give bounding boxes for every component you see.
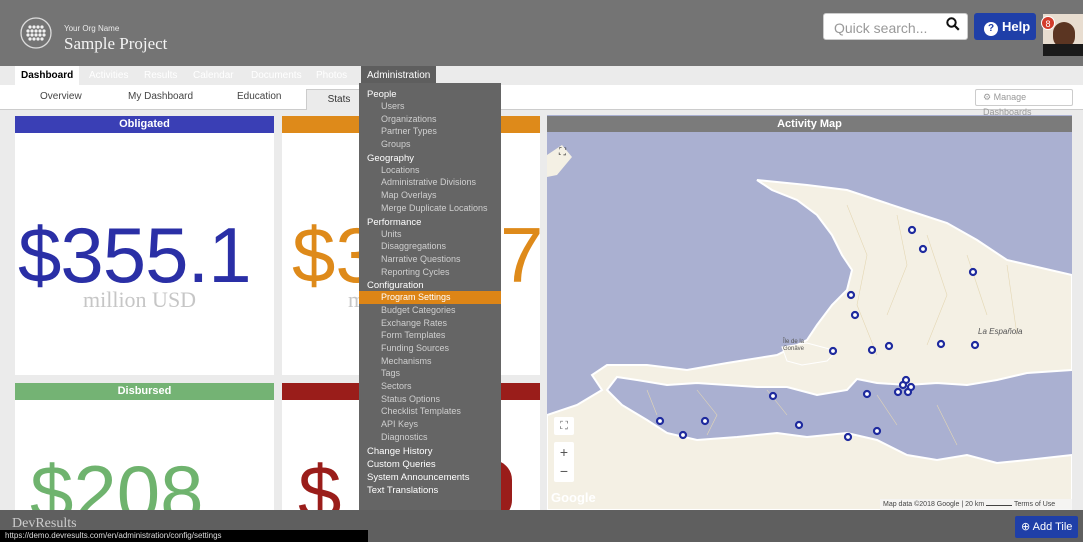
menu-item-budget-categories[interactable]: Budget Categories [359, 304, 501, 317]
subtab-education[interactable]: Education [237, 91, 281, 102]
menu-item-users[interactable]: Users [359, 100, 501, 113]
tab-results[interactable]: Results [138, 66, 183, 85]
menu-item-performance[interactable]: Performance [359, 215, 501, 228]
tile-title: Disbursed [15, 383, 274, 400]
menu-item-funding-sources[interactable]: Funding Sources [359, 342, 501, 355]
menu-item-locations[interactable]: Locations [359, 164, 501, 177]
tile4-value: $ [298, 449, 342, 510]
menu-item-merge-locations[interactable]: Merge Duplicate Locations [359, 202, 501, 215]
menu-item-system-announcements[interactable]: System Announcements [359, 470, 501, 483]
menu-item-tags[interactable]: Tags [359, 367, 501, 380]
administration-menu: People Users Organizations Partner Types… [359, 83, 501, 516]
tile2-value-tail: 7 [500, 211, 544, 299]
menu-item-exchange-rates[interactable]: Exchange Rates [359, 317, 501, 330]
gear-icon: ⚙ [983, 92, 992, 102]
menu-item-sectors[interactable]: Sectors [359, 380, 501, 393]
search-icon[interactable] [946, 17, 960, 31]
menu-item-mechanisms[interactable]: Mechanisms [359, 355, 501, 368]
tab-activities[interactable]: Activities [83, 66, 134, 85]
subtab-overview[interactable]: Overview [40, 91, 82, 102]
org-logo-icon[interactable] [20, 17, 52, 49]
project-name[interactable]: Sample Project [64, 34, 167, 54]
menu-item-geography[interactable]: Geography [359, 151, 501, 164]
tab-documents[interactable]: Documents [245, 66, 308, 85]
menu-item-diagnostics[interactable]: Diagnostics [359, 431, 501, 444]
map-scale: 20 km [965, 501, 985, 508]
menu-item-people[interactable]: People [359, 87, 501, 100]
google-logo: Google [551, 490, 596, 505]
terms-link[interactable]: Terms of Use [1014, 501, 1055, 508]
add-tile-button[interactable]: ⊕ Add Tile [1015, 516, 1078, 538]
tab-calendar[interactable]: Calendar [187, 66, 240, 85]
menu-item-api-keys[interactable]: API Keys [359, 418, 501, 431]
menu-item-admin-divisions[interactable]: Administrative Divisions [359, 176, 501, 189]
haiti-map-graphic [547, 145, 1072, 510]
menu-item-organizations[interactable]: Organizations [359, 113, 501, 126]
menu-item-groups[interactable]: Groups [359, 138, 501, 151]
menu-item-change-history[interactable]: Change History [359, 444, 501, 457]
help-label: Help [1002, 19, 1031, 34]
menu-item-narrative-questions[interactable]: Narrative Questions [359, 253, 501, 266]
manage-dashboards-button[interactable]: ⚙ Manage Dashboards [975, 89, 1073, 117]
map-attribution: Map data ©2018 Google [883, 501, 960, 508]
tab-dashboard[interactable]: Dashboard [15, 66, 80, 85]
menu-item-partner-types[interactable]: Partner Types [359, 125, 501, 138]
add-tile-label: Add Tile [1032, 521, 1073, 533]
menu-item-custom-queries[interactable]: Custom Queries [359, 457, 501, 470]
activity-map[interactable]: ⛶ La Española Île de la Gonâve ⛶ + − Goo… [547, 115, 1072, 510]
menu-item-checklist-templates[interactable]: Checklist Templates [359, 405, 501, 418]
menu-item-disaggregations[interactable]: Disaggregations [359, 240, 501, 253]
question-icon: ? [984, 22, 998, 36]
menu-item-reporting-cycles[interactable]: Reporting Cycles [359, 266, 501, 279]
map-title: Activity Map [547, 116, 1072, 132]
zoom-in-button[interactable]: + [554, 442, 574, 462]
menu-item-units[interactable]: Units [359, 228, 501, 241]
menu-item-text-translations[interactable]: Text Translations [359, 483, 501, 496]
menu-item-form-templates[interactable]: Form Templates [359, 329, 501, 342]
map-attribution-bar: Map data ©2018 Google | 20 km Terms of U… [880, 499, 1072, 510]
fullscreen-corners-icon[interactable]: ⛶ [559, 147, 566, 158]
org-name: Your Org Name [64, 24, 120, 33]
manage-label: Manage Dashboards [983, 92, 1032, 117]
subtab-my-dashboard[interactable]: My Dashboard [128, 91, 193, 102]
zoom-controls: + − [554, 442, 574, 482]
fullscreen-icon[interactable]: ⛶ [554, 417, 574, 435]
plus-circle-icon: ⊕ [1021, 521, 1031, 533]
menu-item-status-options[interactable]: Status Options [359, 393, 501, 406]
status-bar-url: https://demo.devresults.com/en/administr… [0, 530, 368, 542]
zoom-out-button[interactable]: − [554, 462, 574, 482]
menu-item-program-settings[interactable]: Program Settings [359, 291, 501, 304]
map-label-ile: Île de la Gonâve [783, 339, 805, 352]
menu-item-configuration[interactable]: Configuration [359, 278, 501, 291]
obligated-unit: million USD [83, 287, 197, 312]
map-label-espanola: La Española [978, 327, 1023, 336]
tab-photos[interactable]: Photos [310, 66, 353, 85]
help-button[interactable]: ? Help [974, 13, 1036, 40]
disbursed-value: $208 [30, 449, 204, 510]
menu-item-map-overlays[interactable]: Map Overlays [359, 189, 501, 202]
notification-badge[interactable]: 8 [1041, 16, 1055, 30]
tile-title: Obligated [15, 116, 274, 133]
